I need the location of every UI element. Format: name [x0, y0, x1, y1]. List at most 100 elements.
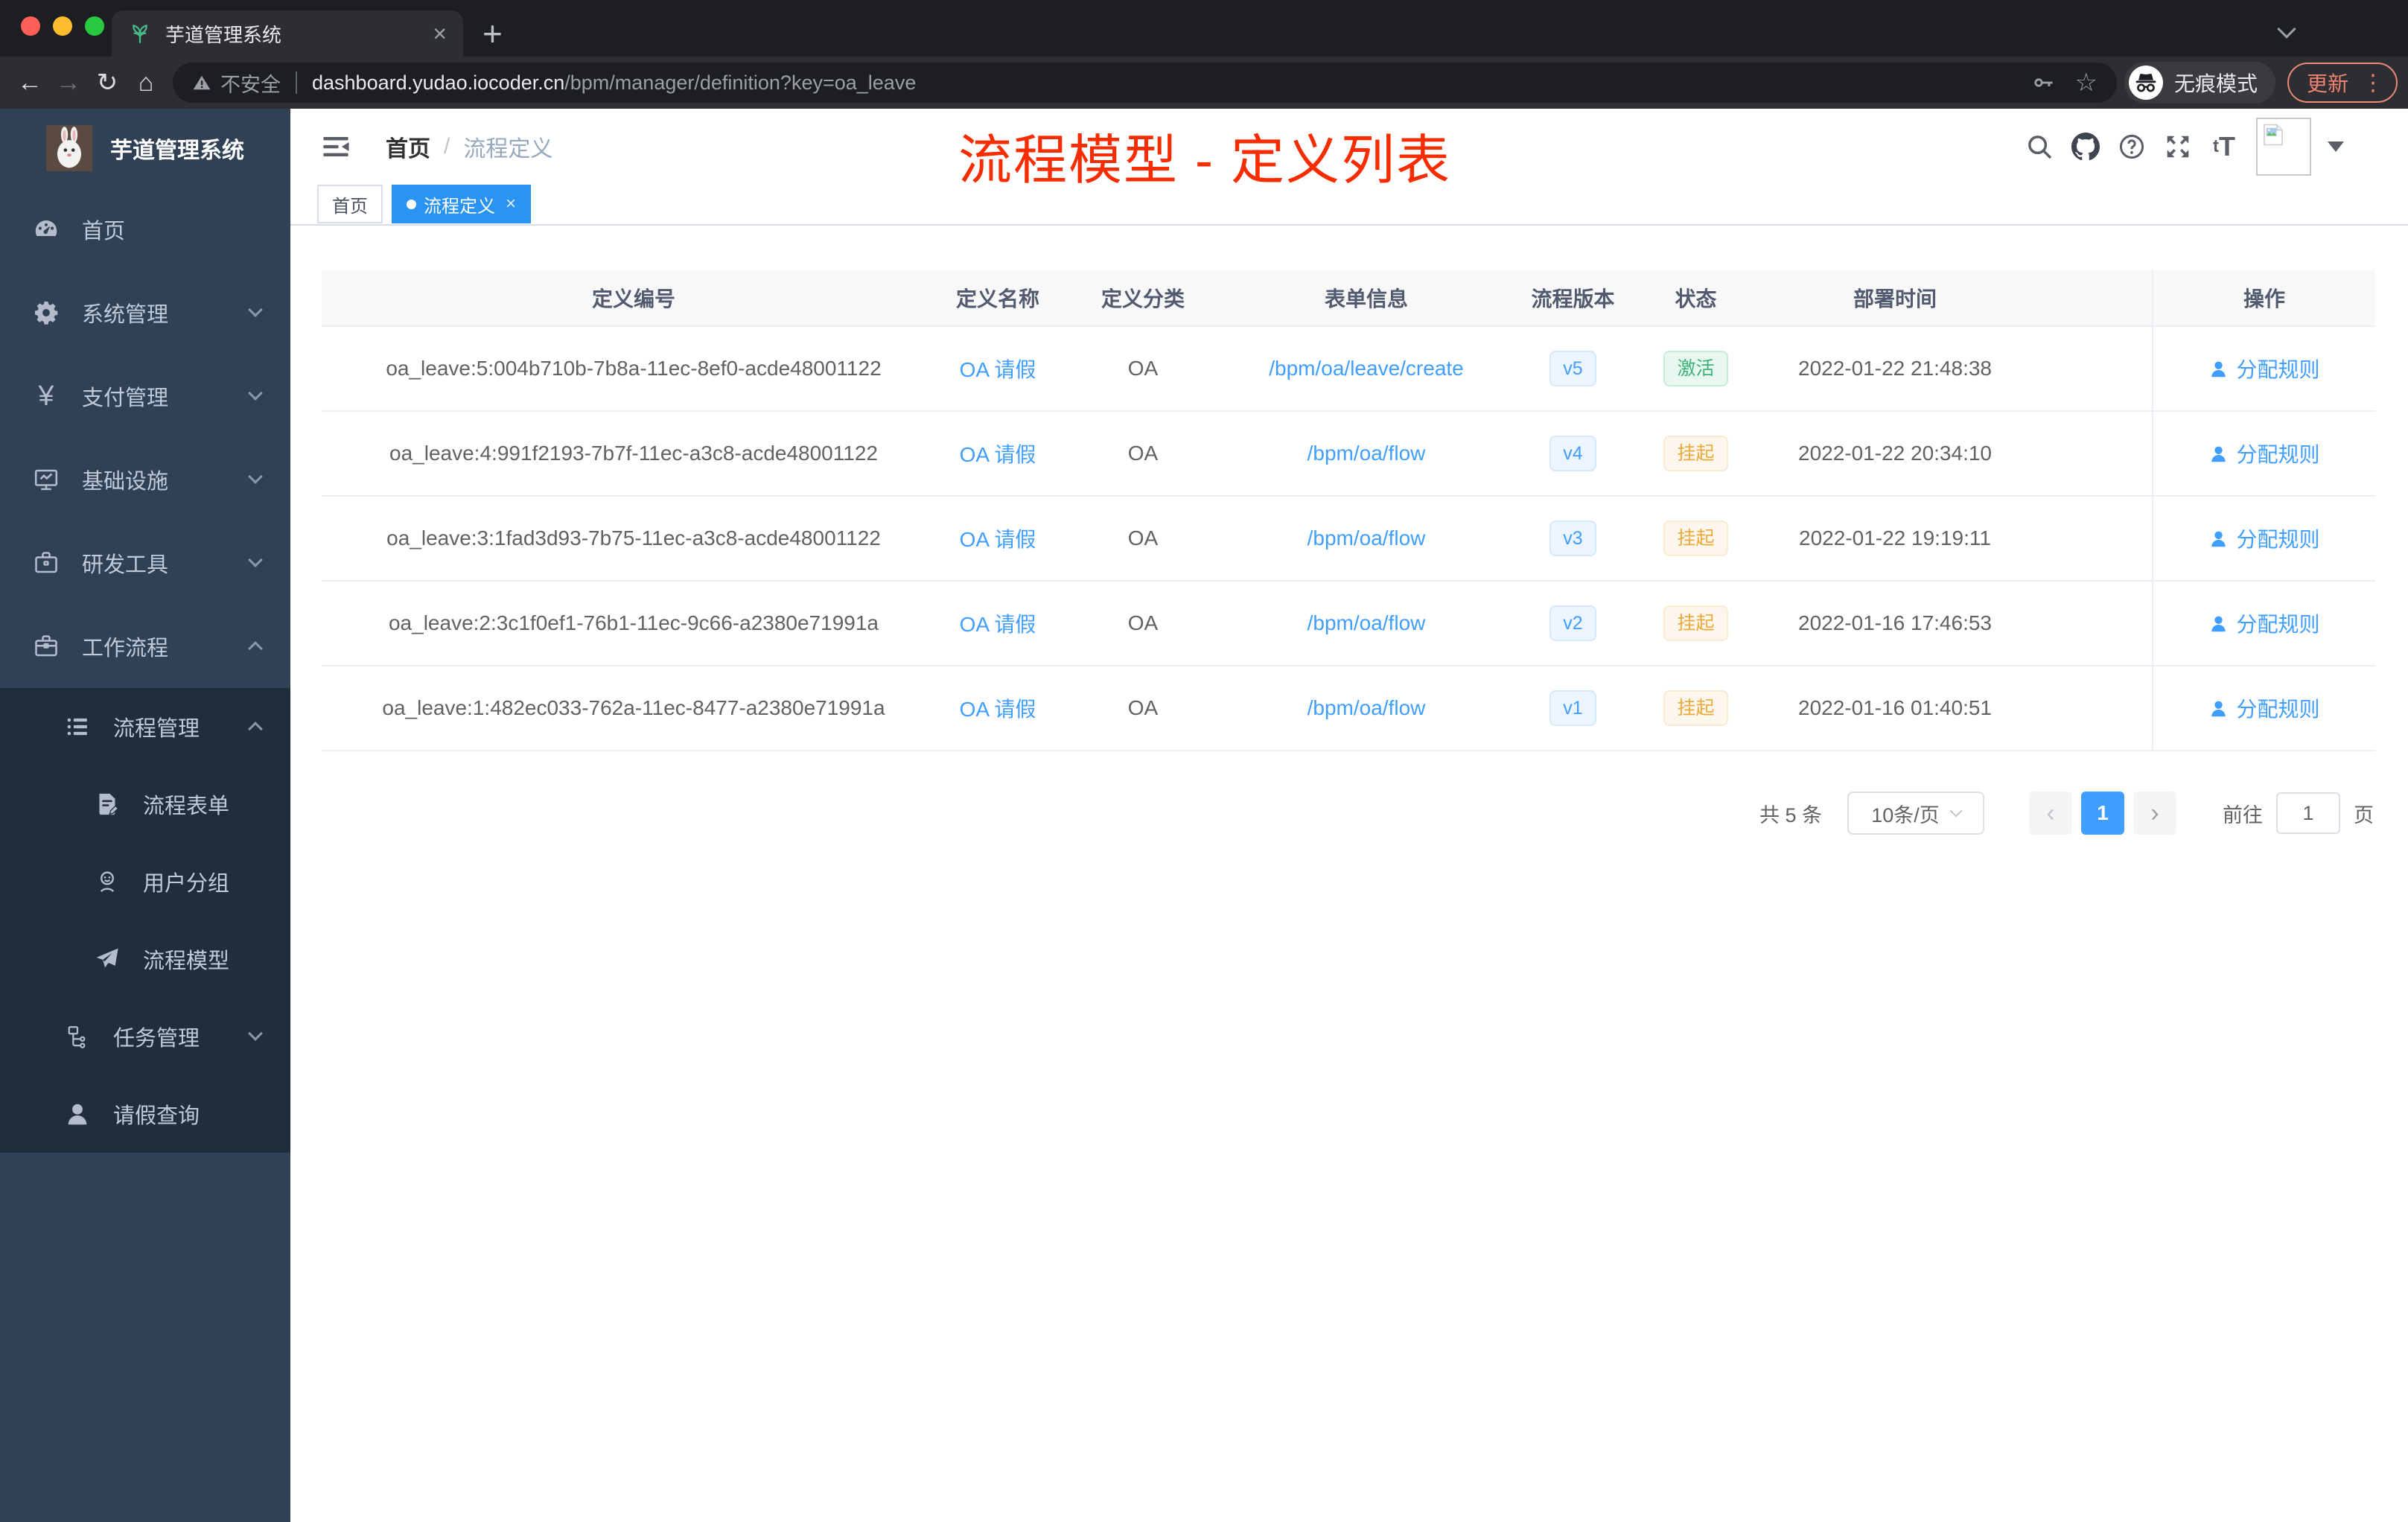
- status-badge: 激活: [1649, 351, 1742, 386]
- sidebar-item[interactable]: 首页: [0, 188, 290, 271]
- breadcrumb: 首页 / 流程定义: [386, 130, 552, 163]
- breadcrumb-current: 流程定义: [463, 136, 553, 162]
- sidebar-item[interactable]: 工作流程: [0, 605, 290, 688]
- browser-window: 芋道管理系统 × + ← → ↻ ⌂ 不安全 dashboard.yudao.i…: [0, 0, 2408, 109]
- version-badge: v4: [1497, 436, 1649, 471]
- close-window-button[interactable]: [21, 16, 40, 36]
- definition-table: 定义编号 定义名称 定义分类 表单信息 流程版本 状态 部署时间 操作 oa_leave:5:…: [322, 270, 2375, 751]
- prev-page-button[interactable]: ‹: [2029, 792, 2072, 835]
- update-label[interactable]: 更新: [2307, 68, 2348, 98]
- next-page-button[interactable]: ›: [2133, 792, 2176, 835]
- breadcrumb-home[interactable]: 首页: [386, 130, 430, 163]
- password-key-icon[interactable]: [2033, 71, 2055, 94]
- expanded-submenu: 流程管理流程表单用户分组 流程模型 任务管理 请假查询: [0, 688, 290, 1153]
- new-tab-button[interactable]: +: [482, 13, 503, 54]
- form-link[interactable]: /bpm/oa/flow: [1236, 526, 1497, 550]
- avatar-caret-down-icon[interactable]: [2328, 141, 2344, 152]
- form-link[interactable]: /bpm/oa/flow: [1236, 611, 1497, 635]
- page-size-select[interactable]: 10条/页: [1847, 792, 1984, 835]
- incognito-label: 无痕模式: [2173, 72, 2258, 95]
- security-label[interactable]: 不安全: [220, 69, 281, 98]
- assign-rule-link[interactable]: 分配规则: [2208, 523, 2320, 553]
- reload-button[interactable]: ↻: [88, 63, 127, 102]
- user-group-icon: [94, 868, 121, 895]
- action-cell: 分配规则: [2152, 666, 2375, 750]
- tab-search-chevron-icon[interactable]: [2277, 19, 2296, 39]
- deploy-time: 2022-01-16 17:46:53: [1798, 611, 1992, 634]
- sidebar-item[interactable]: 系统管理: [0, 271, 290, 354]
- sidebar-logo[interactable]: 芋道管理系统: [0, 109, 290, 188]
- tag-active[interactable]: 流程定义 ×: [392, 185, 532, 223]
- sidebar-collapse-icon[interactable]: [320, 131, 351, 162]
- assign-rule-link[interactable]: 分配规则: [2208, 439, 2320, 468]
- forward-button[interactable]: →: [49, 63, 88, 102]
- version-badge: v1: [1497, 690, 1649, 726]
- tag-close-icon[interactable]: ×: [506, 194, 516, 214]
- person-icon: [64, 1101, 91, 1127]
- table-row: oa_leave:4:991f2193-7b7f-11ec-a3c8-acde4…: [322, 412, 2375, 497]
- sidebar-item[interactable]: ¥ 支付管理: [0, 354, 290, 438]
- definition-name-link[interactable]: OA 请假: [946, 439, 1050, 468]
- page-1-button[interactable]: 1: [2081, 792, 2124, 835]
- definition-name-link[interactable]: OA 请假: [946, 693, 1050, 723]
- browser-tab[interactable]: 芋道管理系统 ×: [112, 10, 463, 57]
- table-row: oa_leave:3:1fad3d93-7b75-11ec-a3c8-acde4…: [322, 497, 2375, 582]
- home-button[interactable]: ⌂: [127, 63, 165, 102]
- chrome-update-button[interactable]: 更新 ⋮: [2287, 63, 2398, 103]
- pagination: 共 5 条 10条/页 ‹ 1 › 前往 页: [322, 792, 2375, 835]
- github-icon[interactable]: [2063, 126, 2109, 168]
- tag-label: 流程定义: [424, 196, 495, 217]
- fullscreen-icon[interactable]: [2155, 126, 2201, 168]
- sidebar-item[interactable]: 流程表单: [0, 765, 290, 843]
- browser-menu-icon[interactable]: ⋮: [2362, 70, 2384, 96]
- table-body: oa_leave:5:004b710b-7b8a-11ec-8ef0-acde4…: [322, 327, 2375, 751]
- definition-name-link[interactable]: OA 请假: [946, 608, 1050, 638]
- monitor-icon: [33, 466, 60, 493]
- tab-close-icon[interactable]: ×: [433, 22, 447, 45]
- table-row: oa_leave:2:3c1f0ef1-76b1-11ec-9c66-a2380…: [322, 582, 2375, 666]
- sidebar-item[interactable]: 研发工具: [0, 521, 290, 605]
- definition-id: oa_leave:4:991f2193-7b7f-11ec-a3c8-acde4…: [389, 442, 878, 465]
- version-badge: v5: [1497, 351, 1649, 386]
- status-badge: 挂起: [1649, 605, 1742, 641]
- table-row: oa_leave:5:004b710b-7b8a-11ec-8ef0-acde4…: [322, 327, 2375, 412]
- goto-page-input[interactable]: [2276, 792, 2340, 834]
- user-avatar-broken-image[interactable]: [2256, 117, 2311, 176]
- font-size-icon[interactable]: tT: [2201, 126, 2247, 168]
- assign-rule-link[interactable]: 分配规则: [2208, 608, 2320, 638]
- definition-category: OA: [1127, 696, 1159, 719]
- sidebar-item[interactable]: 流程管理: [0, 688, 290, 765]
- status-badge: 挂起: [1649, 436, 1742, 471]
- sidebar-item[interactable]: 流程模型: [0, 920, 290, 998]
- form-link[interactable]: /bpm/oa/flow: [1236, 442, 1497, 465]
- sidebar-item-label: 研发工具: [82, 553, 169, 577]
- help-question-icon[interactable]: [2109, 126, 2155, 168]
- paper-plane-icon: [94, 946, 121, 972]
- sidebar-item[interactable]: 用户分组: [0, 843, 290, 920]
- chevron-up-icon: [248, 722, 263, 736]
- form-link[interactable]: /bpm/oa/leave/create: [1236, 357, 1497, 380]
- minimize-window-button[interactable]: [53, 16, 72, 36]
- sidebar-item[interactable]: 任务管理: [0, 998, 290, 1075]
- version-badge: v3: [1497, 520, 1649, 556]
- definition-name-link[interactable]: OA 请假: [946, 354, 1050, 383]
- sidebar-item-label: 工作流程: [82, 637, 169, 660]
- sidebar-item[interactable]: 请假查询: [0, 1075, 290, 1153]
- tag-item[interactable]: 首页: [317, 185, 383, 223]
- bookmark-star-icon[interactable]: ☆: [2074, 68, 2097, 98]
- search-icon[interactable]: [2016, 126, 2063, 168]
- sidebar-item-label: 流程表单: [143, 795, 230, 818]
- column-header: 流程版本: [1531, 287, 1615, 311]
- assign-rule-link[interactable]: 分配规则: [2208, 354, 2320, 383]
- sidebar-item[interactable]: 基础设施: [0, 438, 290, 521]
- chevron-down-icon: [248, 1026, 263, 1041]
- form-link[interactable]: /bpm/oa/flow: [1236, 696, 1497, 720]
- url-bar[interactable]: 不安全 dashboard.yudao.iocoder.cn /bpm/mana…: [173, 63, 2117, 103]
- back-button[interactable]: ←: [10, 63, 49, 102]
- assign-rule-link[interactable]: 分配规则: [2208, 693, 2320, 723]
- definition-name-link[interactable]: OA 请假: [946, 523, 1050, 553]
- not-secure-warning-icon: [192, 73, 211, 92]
- definition-id: oa_leave:1:482ec033-762a-11ec-8477-a2380…: [382, 696, 885, 719]
- zoom-window-button[interactable]: [85, 16, 104, 36]
- sidebar-item-label: 系统管理: [82, 303, 169, 327]
